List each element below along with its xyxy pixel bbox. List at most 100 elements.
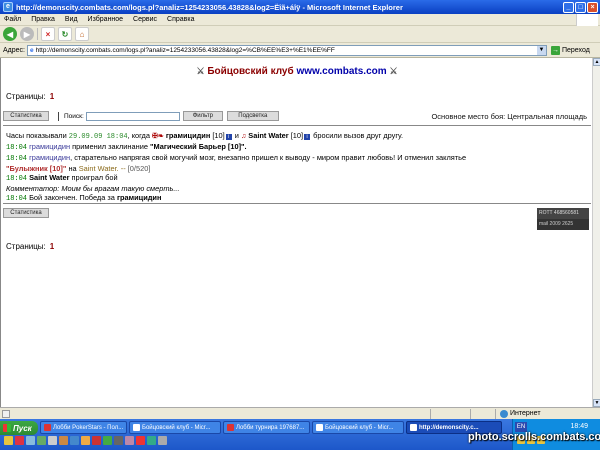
ie-window-icon: [410, 424, 417, 431]
actor-name: грамицидин: [29, 153, 71, 162]
log-text: Часы показывали: [6, 131, 67, 140]
forward-button[interactable]: ▶: [20, 27, 34, 41]
loser-name: Saint Water: [29, 173, 70, 182]
taskbar-item-combats-2[interactable]: Бойцовский клуб - Micr...: [312, 421, 404, 434]
security-zone: Интернет: [500, 409, 541, 418]
page-icon: e: [29, 46, 34, 54]
commentator-line: Комментатор: Моим бы врагам такую смерть…: [6, 184, 180, 193]
go-button[interactable]: → Переход: [550, 45, 590, 55]
counter-top: ROTT 468560581: [537, 208, 589, 219]
pages-bottom: Страницы: 1: [6, 242, 54, 251]
log-text: проиграл бой: [71, 173, 118, 182]
player1-name[interactable]: грамицидин: [166, 131, 211, 140]
quicklaunch-icon[interactable]: [4, 436, 13, 445]
target-name: Saint Water: [78, 164, 117, 173]
windows-logo-icon: [576, 14, 598, 26]
close-button[interactable]: ×: [587, 1, 598, 13]
taskbar-item-tournament[interactable]: Лобби турнира 197687...: [223, 421, 310, 434]
log-time: 18:04: [6, 175, 28, 183]
menu-file[interactable]: Файл: [4, 16, 21, 23]
minimize-button[interactable]: _: [563, 1, 574, 13]
info-icon[interactable]: i: [304, 134, 311, 140]
spell-name: "Магический Барьер [10]".: [150, 142, 247, 151]
toolbar: ◀ ▶ × ↻ ⌂: [0, 26, 600, 43]
crossed-swords-icon: ⚔: [389, 66, 398, 76]
controls-row: Статистика Поиск: Фильтр Подсветка Основ…: [3, 110, 591, 122]
quicklaunch-icon[interactable]: [15, 436, 24, 445]
scroll-down-icon[interactable]: ▼: [593, 399, 600, 407]
pokerstars-icon: [44, 424, 51, 431]
item-name: "Булыжник [10]": [6, 164, 67, 173]
quicklaunch-icon[interactable]: [158, 436, 167, 445]
battle-place: Основное место боя: Центральная площадь: [431, 111, 587, 121]
log-time: 18:04: [6, 195, 28, 203]
club-url-link[interactable]: www.combats.com: [296, 66, 386, 77]
divider: [3, 203, 591, 204]
quicklaunch-icon[interactable]: [125, 436, 134, 445]
menu-view[interactable]: Вид: [65, 16, 78, 23]
start-button[interactable]: Пуск: [0, 421, 38, 435]
log-text: на: [68, 164, 77, 173]
quicklaunch-icon[interactable]: [48, 436, 57, 445]
log-line: 18:04 Saint Water проиграл бой: [6, 173, 591, 184]
refresh-button[interactable]: ↻: [58, 27, 72, 41]
address-url: http://demonscity.combats.com/logs.pl?an…: [35, 46, 335, 54]
status-divider: [470, 408, 471, 419]
battle-log: Часы показывали 29.09.09 18:04, когда ✠❧…: [6, 131, 591, 204]
statistics-button[interactable]: Статистика: [3, 111, 49, 121]
page-status-icon: [2, 409, 10, 418]
start-label: Пуск: [13, 423, 32, 433]
ie-window-icon: [316, 424, 323, 431]
counter-bottom: mail 2009 2625: [537, 219, 589, 230]
quicklaunch-icon[interactable]: [114, 436, 123, 445]
quicklaunch-icon[interactable]: [70, 436, 79, 445]
winner-name: грамицидин: [116, 193, 162, 202]
page-content: ⚔ Бойцовский клуб www.combats.com ⚔ Стра…: [0, 58, 592, 407]
log-text: и: [234, 131, 239, 140]
taskbar-item-pokerstars[interactable]: Лобби PokerStars - Пол...: [40, 421, 127, 434]
quicklaunch-icon[interactable]: [26, 436, 35, 445]
club-name: Бойцовский клуб: [207, 66, 294, 77]
log-time: 18:04: [6, 144, 28, 152]
quicklaunch-icon[interactable]: [59, 436, 68, 445]
menu-edit[interactable]: Правка: [31, 16, 55, 23]
search-input[interactable]: [85, 111, 180, 121]
quicklaunch-icon[interactable]: [92, 436, 101, 445]
statistics-button[interactable]: Статистика: [3, 208, 49, 218]
divider: [3, 125, 591, 126]
quicklaunch-icon[interactable]: [136, 436, 145, 445]
highlight-button[interactable]: Подсветка: [226, 111, 279, 121]
page-1-link[interactable]: 1: [50, 242, 54, 251]
visitor-counter[interactable]: ROTT 468560581 mail 2009 2625: [537, 208, 589, 230]
ie-icon: e: [3, 2, 13, 12]
back-button[interactable]: ◀: [3, 27, 17, 41]
page-1-link[interactable]: 1: [50, 92, 54, 101]
menu-favorites[interactable]: Избранное: [88, 16, 123, 23]
zone-label: Интернет: [510, 410, 541, 417]
quicklaunch-icon[interactable]: [103, 436, 112, 445]
filter-button[interactable]: Фильтр: [182, 111, 223, 121]
home-button[interactable]: ⌂: [75, 27, 89, 41]
maximize-button[interactable]: □: [575, 1, 586, 13]
go-arrow-icon: →: [550, 45, 560, 55]
stop-button[interactable]: ×: [41, 27, 55, 41]
player2-name[interactable]: Saint Water: [248, 131, 288, 140]
quicklaunch-icon[interactable]: [147, 436, 156, 445]
info-icon[interactable]: i: [225, 134, 232, 140]
quicklaunch-icon[interactable]: [81, 436, 90, 445]
go-label: Переход: [561, 46, 590, 54]
taskbar-item-combats-1[interactable]: Бойцовский клуб - Micr...: [129, 421, 221, 434]
address-bar: Адрес: e http://demonscity.combats.com/l…: [0, 43, 600, 58]
menu-tools[interactable]: Сервис: [133, 16, 157, 23]
menu-help[interactable]: Справка: [167, 16, 194, 23]
address-input[interactable]: e http://demonscity.combats.com/logs.pl?…: [26, 44, 547, 56]
vertical-scrollbar[interactable]: ▲ ▼: [592, 58, 600, 407]
crossed-swords-icon: ⚔: [196, 66, 205, 76]
scroll-up-icon[interactable]: ▲: [593, 58, 600, 66]
window-title: http://demonscity.combats.com/logs.pl?an…: [16, 2, 403, 12]
address-dropdown-icon[interactable]: ▼: [536, 45, 546, 55]
log-line: Часы показывали 29.09.09 18:04, когда ✠❧…: [6, 131, 591, 142]
taskbar-item-label: http://demonscity.c...: [419, 424, 479, 431]
quicklaunch-icon[interactable]: [37, 436, 46, 445]
globe-icon: [500, 409, 508, 418]
